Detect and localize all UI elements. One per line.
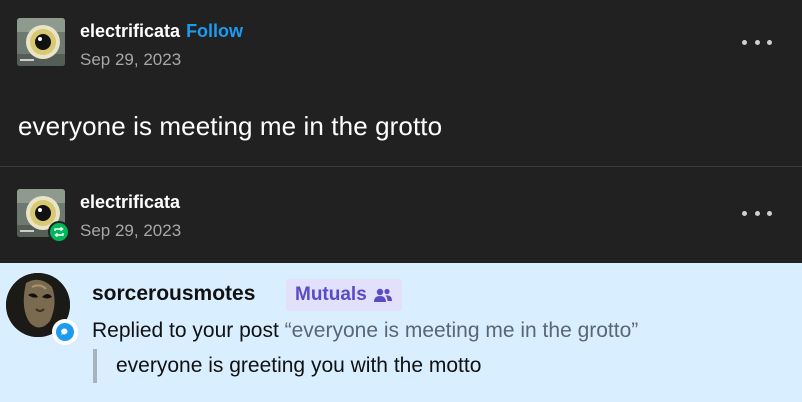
original-post: electrificata Follow Sep 29, 2023 everyon… (0, 0, 802, 166)
post-author[interactable]: electrificata Follow (80, 21, 243, 42)
eyeball-avatar-image (17, 18, 65, 66)
reply-card[interactable]: sorcerousmotes Mutuals Replied to your p… (0, 263, 802, 402)
reblog-date[interactable]: Sep 29, 2023 (80, 221, 181, 241)
reply-text: everyone is greeting you with the motto (116, 354, 482, 377)
reblog-icon (48, 221, 70, 243)
reblog-author[interactable]: electrificata (80, 192, 180, 213)
mutuals-badge: Mutuals (286, 279, 402, 311)
mutuals-label: Mutuals (295, 284, 367, 305)
follow-button[interactable]: Follow (186, 21, 243, 41)
reblog-post: electrificata Sep 29, 2023 (0, 167, 802, 263)
speech-bubble-icon (52, 319, 78, 345)
author-name[interactable]: electrificata (80, 21, 180, 41)
post-text: everyone is meeting me in the grotto (18, 111, 443, 141)
post-date[interactable]: Sep 29, 2023 (80, 50, 181, 70)
quote-bar (93, 349, 97, 383)
ellipsis-icon[interactable] (742, 203, 772, 223)
avatar[interactable] (17, 18, 65, 66)
quoted-post-link[interactable]: “everyone is meeting me in the grotto” (285, 319, 639, 342)
people-icon (373, 288, 392, 302)
replied-prefix: Replied to your post (92, 319, 285, 342)
ellipsis-icon[interactable] (742, 32, 772, 52)
reply-author[interactable]: sorcerousmotes (92, 282, 255, 306)
replied-to-line: Replied to your post “everyone is meetin… (92, 319, 638, 343)
